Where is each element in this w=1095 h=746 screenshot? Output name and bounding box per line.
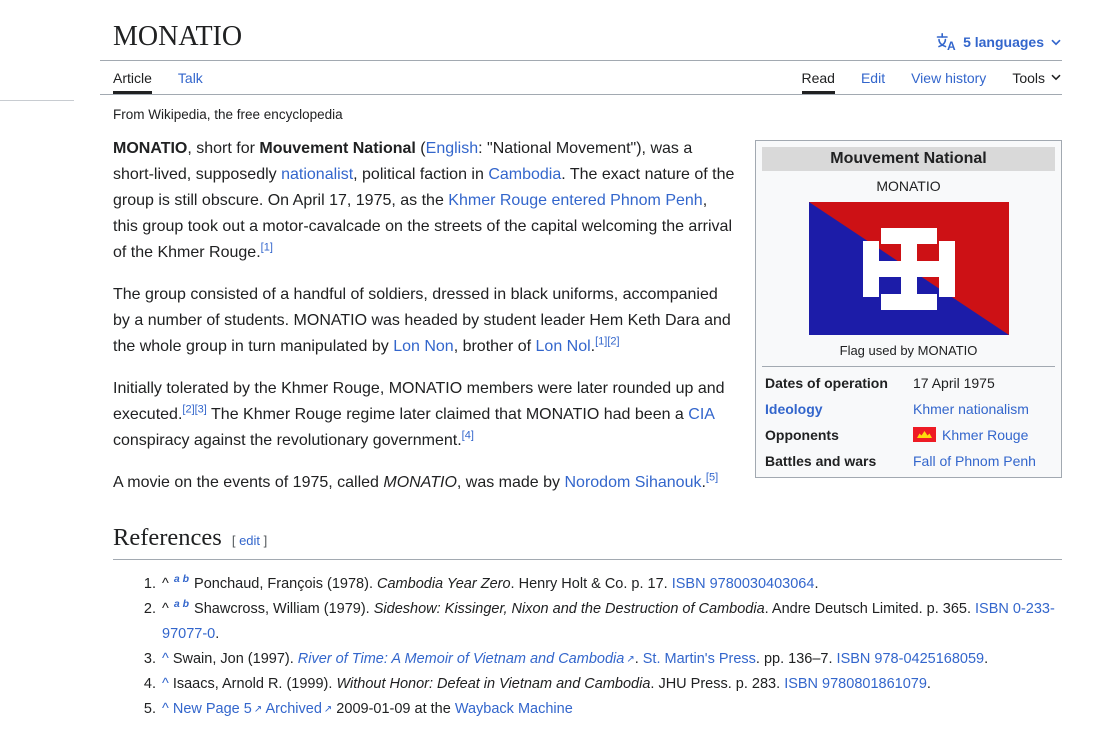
wiki-link[interactable]: Khmer Rouge entered Phnom Penh bbox=[448, 192, 702, 209]
wiki-link[interactable]: Cambodia bbox=[488, 166, 561, 183]
svg-text:A: A bbox=[947, 39, 956, 52]
external-link-icon: ↗ bbox=[253, 704, 263, 715]
external-link[interactable]: New Page 5 ↗ bbox=[173, 701, 262, 717]
infobox-row-opponents: Opponents Khmer Rouge bbox=[762, 422, 1055, 448]
khmer-rouge-flag-icon bbox=[913, 427, 936, 442]
article-header: MONATIO A 5 languages bbox=[100, 0, 1062, 61]
wiki-link[interactable]: ISBN 9780801861079 bbox=[784, 676, 927, 692]
wiki-link[interactable]: Wayback Machine bbox=[455, 701, 573, 717]
reference-citation-link[interactable]: [3] bbox=[195, 404, 207, 416]
row-label: Battles and wars bbox=[765, 453, 877, 469]
chevron-down-icon bbox=[1050, 70, 1062, 86]
khmer-rouge-link[interactable]: Khmer Rouge bbox=[942, 427, 1028, 443]
wiki-link[interactable]: ^ bbox=[162, 701, 169, 717]
wiki-link[interactable]: English bbox=[426, 140, 478, 157]
flag-caption: Flag used by MONATIO bbox=[839, 343, 978, 358]
sidebar-divider bbox=[0, 100, 74, 101]
reference-citation-link[interactable]: [1] bbox=[595, 336, 607, 348]
translate-icon: A bbox=[936, 32, 957, 52]
row-label: Opponents bbox=[765, 427, 839, 443]
chevron-down-icon bbox=[1050, 36, 1062, 48]
references-heading-text: References bbox=[113, 524, 222, 551]
tab-edit[interactable]: Edit bbox=[861, 61, 885, 94]
tab-read[interactable]: Read bbox=[801, 61, 835, 94]
wiki-link[interactable]: St. Martin's Press bbox=[643, 651, 756, 667]
tools-label: Tools bbox=[1012, 70, 1045, 86]
infobox-row-battles: Battles and wars Fall of Phnom Penh bbox=[762, 448, 1055, 474]
tab-article[interactable]: Article bbox=[113, 61, 152, 94]
infobox-title: Mouvement National bbox=[762, 147, 1055, 171]
wiki-link[interactable]: ^ bbox=[162, 676, 169, 692]
article-body: Mouvement National MONATIO Flag used by … bbox=[100, 136, 1062, 722]
infobox-row-dates: Dates of operation 17 April 1975 bbox=[762, 370, 1055, 396]
tab-view-history[interactable]: View history bbox=[911, 61, 986, 94]
khmer-nationalism-link[interactable]: Khmer nationalism bbox=[913, 401, 1029, 417]
languages-button[interactable]: A 5 languages bbox=[936, 32, 1062, 52]
reference-citation-link[interactable]: [5] bbox=[706, 472, 718, 484]
wiki-link[interactable]: ISBN 978-0425168059 bbox=[837, 651, 985, 667]
reference-citation-link[interactable]: [2] bbox=[607, 336, 619, 348]
references-heading: References [ edit ] bbox=[113, 524, 1062, 560]
edit-bracket: ] bbox=[260, 533, 268, 548]
reference-citation-link[interactable]: [2] bbox=[182, 404, 194, 416]
external-link[interactable]: River of Time: A Memoir of Vietnam and C… bbox=[298, 651, 635, 667]
monatio-flag-image[interactable] bbox=[759, 196, 1058, 339]
fall-of-phnom-penh-link[interactable]: Fall of Phnom Penh bbox=[913, 453, 1036, 469]
row-value: 17 April 1975 bbox=[913, 375, 995, 391]
external-link[interactable]: Archived ↗ bbox=[265, 701, 332, 717]
external-link-icon: ↗ bbox=[626, 654, 635, 665]
site-tagline: From Wikipedia, the free encyclopedia bbox=[113, 107, 343, 122]
edit-bracket: [ bbox=[231, 533, 240, 548]
reference-backlink-letters[interactable]: a b bbox=[173, 598, 190, 610]
wikipedia-article-page: MONATIO A 5 languages Article Talk Read … bbox=[0, 0, 1095, 746]
external-link-icon: ↗ bbox=[323, 704, 333, 715]
wiki-link[interactable]: CIA bbox=[688, 406, 714, 423]
edit-section-link[interactable]: edit bbox=[239, 533, 260, 548]
infobox-row-ideology: Ideology Khmer nationalism bbox=[762, 396, 1055, 422]
reference-backlink-letters[interactable]: a b bbox=[173, 573, 190, 585]
wiki-link[interactable]: nationalist bbox=[281, 166, 353, 183]
infobox-table: Dates of operation 17 April 1975 Ideolog… bbox=[762, 366, 1055, 474]
reference-item: ^ Swain, Jon (1997). River of Time: A Me… bbox=[160, 647, 1062, 672]
article-tabs-bar: Article Talk Read Edit View history Tool… bbox=[100, 61, 1062, 95]
wiki-link[interactable]: ISBN 9780030403064 bbox=[672, 576, 815, 592]
tools-menu-button[interactable]: Tools bbox=[1012, 61, 1062, 94]
page-title: MONATIO bbox=[113, 21, 243, 52]
wiki-link[interactable]: Norodom Sihanouk bbox=[565, 474, 702, 491]
wiki-link[interactable]: ^ bbox=[162, 651, 169, 667]
reference-item: ^ a b Shawcross, William (1979). Sidesho… bbox=[160, 597, 1062, 647]
tab-talk[interactable]: Talk bbox=[178, 61, 203, 94]
row-label: Dates of operation bbox=[765, 375, 888, 391]
reference-citation-link[interactable]: [1] bbox=[261, 242, 273, 254]
reference-item: ^ a b Ponchaud, François (1978). Cambodi… bbox=[160, 572, 1062, 597]
infobox-subtitle: MONATIO bbox=[876, 178, 941, 194]
wiki-link[interactable]: Lon Non bbox=[393, 338, 454, 355]
languages-label: 5 languages bbox=[963, 34, 1044, 50]
reference-citation-link[interactable]: [4] bbox=[462, 430, 474, 442]
reference-item: ^ Isaacs, Arnold R. (1999). Without Hono… bbox=[160, 672, 1062, 697]
references-list: ^ a b Ponchaud, François (1978). Cambodi… bbox=[113, 572, 1062, 722]
wiki-link[interactable]: Lon Nol bbox=[536, 338, 591, 355]
infobox: Mouvement National MONATIO Flag used by … bbox=[755, 140, 1062, 478]
reference-item: ^ New Page 5↗ Archived↗ 2009-01-09 at th… bbox=[160, 697, 1062, 722]
ideology-link[interactable]: Ideology bbox=[765, 400, 913, 418]
